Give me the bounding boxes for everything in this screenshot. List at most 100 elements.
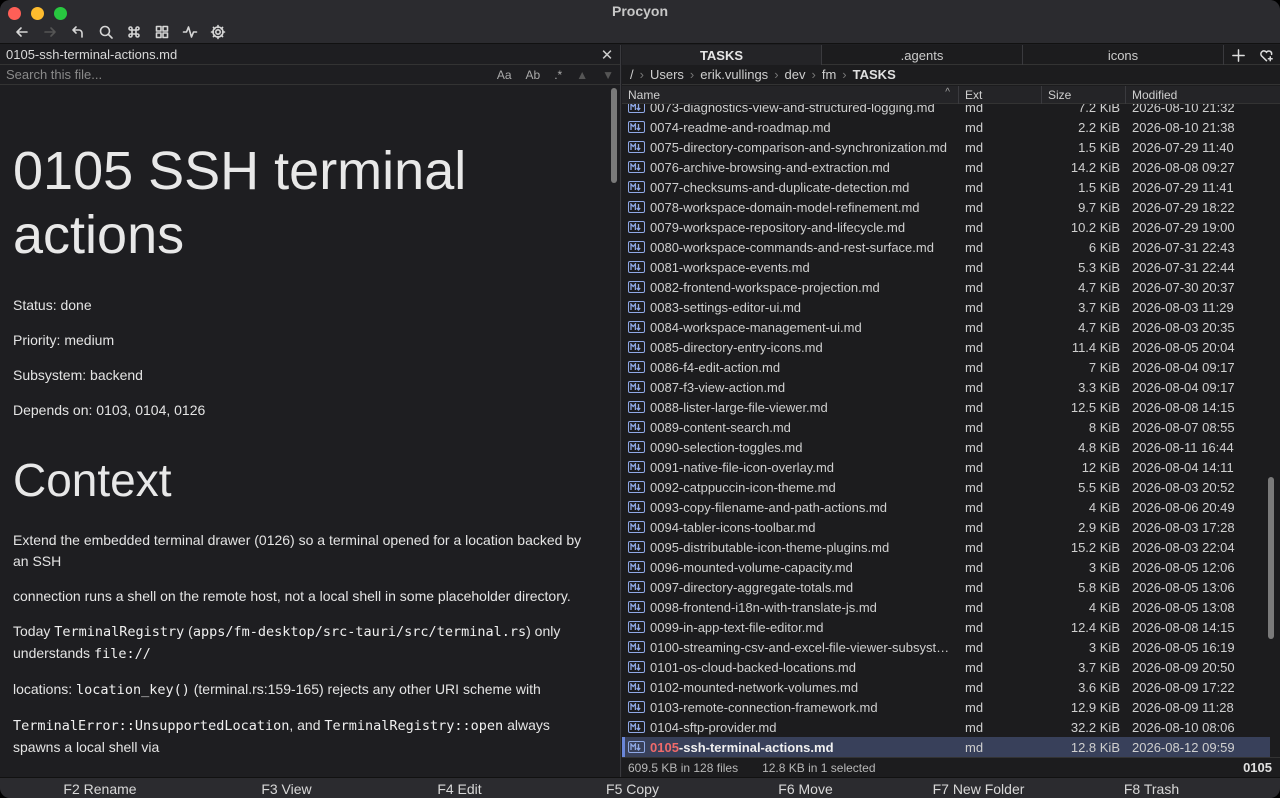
f7-new-folder-button[interactable]: F7 New Folder bbox=[892, 778, 1065, 798]
search-file-input[interactable] bbox=[6, 67, 483, 82]
parent-folder-button[interactable] bbox=[64, 22, 92, 42]
table-row[interactable]: 0098-frontend-i18n-with-translate-js.md m… bbox=[622, 597, 1270, 617]
table-row[interactable]: 0081-workspace-events.md md 5.3 KiB 2026-07… bbox=[622, 257, 1270, 277]
table-row[interactable]: 0103-remote-connection-framework.md md 12.… bbox=[622, 697, 1270, 717]
table-row[interactable]: 0078-workspace-domain-model-refinement.m… bbox=[622, 197, 1270, 217]
command-palette-button[interactable] bbox=[120, 22, 148, 42]
table-row[interactable]: 0090-selection-toggles.md md 4.8 KiB 2026-0… bbox=[622, 437, 1270, 457]
table-row[interactable]: 0075-directory-comparison-and-synchroniz… bbox=[622, 137, 1270, 157]
search-button[interactable] bbox=[92, 22, 120, 42]
previous-match-button[interactable]: ▲ bbox=[576, 68, 588, 82]
markdown-file-icon bbox=[628, 661, 645, 673]
cell-size: 4.7 KiB bbox=[1078, 279, 1120, 295]
table-row[interactable]: 0085-directory-entry-icons.md md 11.4 KiB 2… bbox=[622, 337, 1270, 357]
table-row[interactable]: 0097-directory-aggregate-totals.md md 5.8 … bbox=[622, 577, 1270, 597]
column-modified[interactable]: Modified bbox=[1126, 86, 1280, 104]
tab-icons[interactable]: icons bbox=[1023, 45, 1224, 65]
f4-edit-button[interactable]: F4 Edit bbox=[373, 778, 546, 798]
favorite-tab-button[interactable] bbox=[1252, 45, 1280, 65]
cell-size: 12.5 KiB bbox=[1070, 399, 1120, 415]
file-name: 0078-workspace-domain-model-refinement.m… bbox=[650, 199, 920, 215]
window-title: Procyon bbox=[611, 3, 668, 19]
breadcrumb-item[interactable]: erik.vullings bbox=[700, 67, 768, 82]
table-row[interactable]: 0099-in-app-text-file-editor.md md 12.4 Ki… bbox=[622, 617, 1270, 637]
table-row[interactable]: 0093-copy-filename-and-path-actions.md md… bbox=[622, 497, 1270, 517]
new-tab-button[interactable] bbox=[1224, 45, 1252, 65]
table-row[interactable]: 0102-mounted-network-volumes.md md 3.6 KiB… bbox=[622, 677, 1270, 697]
table-row[interactable]: 0087-f3-view-action.md md 3.3 KiB 2026-08-0… bbox=[622, 377, 1270, 397]
cell-name: 0073-diagnostics-view-and-structured-log… bbox=[622, 104, 959, 117]
f6-move-button[interactable]: F6 Move bbox=[719, 778, 892, 798]
close-icon: ✕ bbox=[600, 46, 614, 64]
table-row[interactable]: 0095-distributable-icon-theme-plugins.md… bbox=[622, 537, 1270, 557]
match-case-toggle[interactable]: Aa bbox=[497, 68, 512, 82]
breadcrumb-item[interactable]: dev bbox=[785, 67, 806, 82]
cell-name: 0083-settings-editor-ui.md bbox=[622, 297, 959, 317]
column-size[interactable]: Size bbox=[1042, 86, 1126, 104]
activity-button[interactable] bbox=[176, 22, 204, 42]
tab-agents[interactable]: .agents bbox=[822, 45, 1023, 65]
cell-name: 0090-selection-toggles.md bbox=[622, 437, 959, 457]
markdown-file-icon bbox=[628, 221, 645, 233]
file-list-scrollbar[interactable] bbox=[1268, 477, 1274, 639]
inline-code: apps/fm-desktop/src-tauri/src/terminal.r… bbox=[192, 623, 527, 640]
column-ext[interactable]: Ext bbox=[959, 86, 1042, 104]
settings-button[interactable] bbox=[204, 22, 232, 42]
cell-name: 0097-directory-aggregate-totals.md bbox=[622, 577, 959, 597]
breadcrumb-separator: › bbox=[689, 67, 695, 82]
cell-modified: 2026-08-08 09:27 bbox=[1132, 159, 1235, 175]
breadcrumb-item[interactable]: fm bbox=[822, 67, 836, 82]
next-match-button[interactable]: ▼ bbox=[602, 68, 614, 82]
cell-ext: md bbox=[965, 679, 984, 695]
breadcrumb-current[interactable]: TASKS bbox=[853, 67, 896, 82]
table-row[interactable]: 0089-content-search.md md 8 KiB 2026-08-07 … bbox=[622, 417, 1270, 437]
f5-copy-button[interactable]: F5 Copy bbox=[546, 778, 719, 798]
cell-modified: 2026-07-29 18:22 bbox=[1132, 199, 1235, 215]
cell-name: 0104-sftp-provider.md bbox=[622, 717, 959, 737]
table-row[interactable]: 0096-mounted-volume-capacity.md md 3 KiB 20… bbox=[622, 557, 1270, 577]
file-name: 0094-tabler-icons-toolbar.md bbox=[650, 519, 816, 535]
back-button[interactable] bbox=[8, 22, 36, 42]
table-row-selected[interactable]: 0105-ssh-terminal-actions.md md 12.8 KiB… bbox=[622, 737, 1270, 757]
table-row[interactable]: 0088-lister-large-file-viewer.md md 12.5 K… bbox=[622, 397, 1270, 417]
table-row[interactable]: 0074-readme-and-roadmap.md md 2.2 KiB 2026-… bbox=[622, 117, 1270, 137]
cell-name: 0102-mounted-network-volumes.md bbox=[622, 677, 959, 697]
markdown-file-icon bbox=[628, 261, 645, 273]
markdown-file-icon bbox=[628, 141, 645, 153]
table-row[interactable]: 0104-sftp-provider.md md 32.2 KiB 2026-08-1… bbox=[622, 717, 1270, 737]
table-row[interactable]: 0076-archive-browsing-and-extraction.md m… bbox=[622, 157, 1270, 177]
close-viewer-button[interactable]: ✕ bbox=[600, 46, 614, 64]
toolbar bbox=[8, 22, 232, 42]
table-row[interactable]: 0091-native-file-icon-overlay.md md 12 KiB… bbox=[622, 457, 1270, 477]
column-name-label: Name bbox=[628, 88, 661, 102]
table-row[interactable]: 0092-catppuccin-icon-theme.md md 5.5 KiB 20… bbox=[622, 477, 1270, 497]
layout-button[interactable] bbox=[148, 22, 176, 42]
whole-word-toggle[interactable]: Ab bbox=[526, 68, 541, 82]
cell-modified: 2026-08-04 09:17 bbox=[1132, 379, 1235, 395]
column-name[interactable]: Name ^ bbox=[622, 86, 959, 104]
f3-view-button[interactable]: F3 View bbox=[200, 778, 373, 798]
table-row[interactable]: 0100-streaming-csv-and-excel-file-viewer… bbox=[622, 637, 1270, 657]
table-row[interactable]: 0086-f4-edit-action.md md 7 KiB 2026-08-04 … bbox=[622, 357, 1270, 377]
regex-toggle[interactable]: .* bbox=[554, 68, 562, 82]
f2-rename-button[interactable]: F2 Rename bbox=[0, 778, 200, 798]
breadcrumb-root[interactable]: / bbox=[630, 67, 634, 82]
table-row[interactable]: 0101-os-cloud-backed-locations.md md 3.7 K… bbox=[622, 657, 1270, 677]
tab-tasks[interactable]: TASKS bbox=[622, 45, 822, 65]
table-row[interactable]: 0084-workspace-management-ui.md md 4.7 KiB… bbox=[622, 317, 1270, 337]
table-row[interactable]: 0083-settings-editor-ui.md md 3.7 KiB 2026-… bbox=[622, 297, 1270, 317]
cell-ext: md bbox=[965, 239, 984, 255]
breadcrumb-item[interactable]: Users bbox=[650, 67, 684, 82]
table-row[interactable]: 0080-workspace-commands-and-rest-surface… bbox=[622, 237, 1270, 257]
cell-name: 0088-lister-large-file-viewer.md bbox=[622, 397, 959, 417]
table-row[interactable]: 0073-diagnostics-view-and-structured-log… bbox=[622, 104, 1270, 117]
f8-trash-button[interactable]: F8 Trash bbox=[1065, 778, 1238, 798]
table-row[interactable]: 0094-tabler-icons-toolbar.md md 2.9 KiB 202… bbox=[622, 517, 1270, 537]
cell-size: 12.9 KiB bbox=[1070, 699, 1120, 715]
table-row[interactable]: 0082-frontend-workspace-projection.md md 4… bbox=[622, 277, 1270, 297]
forward-button[interactable] bbox=[36, 22, 64, 42]
table-row[interactable]: 0077-checksums-and-duplicate-detection.m… bbox=[622, 177, 1270, 197]
table-row[interactable]: 0079-workspace-repository-and-lifecycle.… bbox=[622, 217, 1270, 237]
cell-name: 0084-workspace-management-ui.md bbox=[622, 317, 959, 337]
viewer-scrollbar[interactable] bbox=[611, 88, 617, 183]
